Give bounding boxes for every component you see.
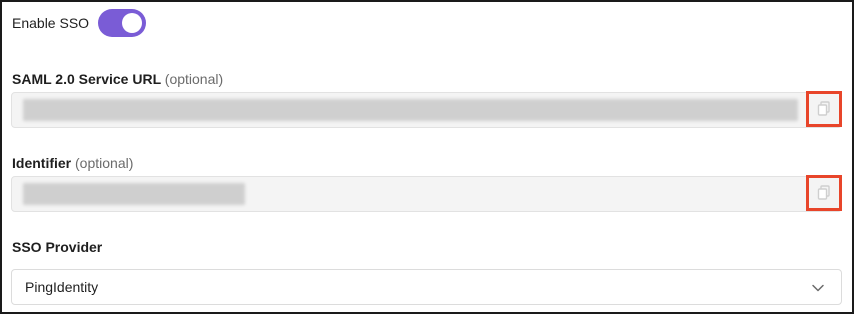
identifier-copy-button[interactable] [806, 175, 842, 211]
service-url-copy-button[interactable] [806, 91, 842, 127]
service-url-optional: (optional) [164, 71, 224, 87]
copy-icon [817, 101, 830, 116]
identifier-label: Identifier (optional) [12, 155, 133, 171]
panel-frame: Enable SSO SAML 2.0 Service URL (optiona… [0, 0, 854, 314]
service-url-label: SAML 2.0 Service URL (optional) [12, 71, 223, 87]
copy-icon [817, 185, 830, 200]
service-url-field[interactable] [11, 92, 842, 128]
service-url-label-text: SAML 2.0 Service URL [12, 71, 161, 87]
sso-provider-select[interactable]: PingIdentity [11, 269, 842, 305]
identifier-value-redacted [23, 183, 245, 205]
identifier-label-text: Identifier [12, 155, 72, 171]
enable-sso-row: Enable SSO [12, 8, 147, 38]
identifier-optional: (optional) [75, 155, 134, 171]
identifier-field[interactable] [11, 176, 842, 212]
sso-provider-label: SSO Provider [12, 239, 103, 255]
toggle-knob [122, 13, 143, 33]
service-url-value-redacted [23, 99, 798, 121]
enable-sso-toggle[interactable] [98, 9, 147, 37]
chevron-down-icon [812, 284, 824, 292]
sso-provider-value: PingIdentity [25, 279, 99, 295]
enable-sso-label: Enable SSO [12, 15, 90, 31]
